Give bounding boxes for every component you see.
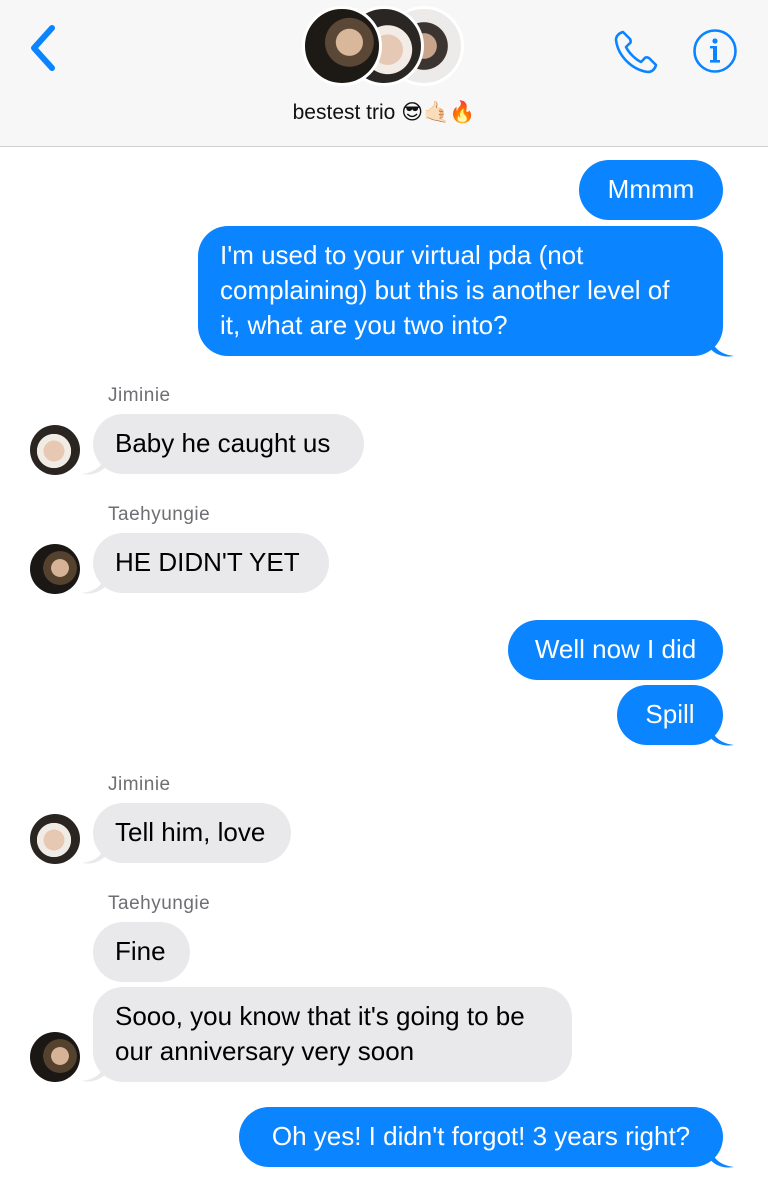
message-line: it, what are you two into? (220, 310, 508, 340)
incoming-bubble-tail (82, 450, 108, 475)
outgoing-message[interactable]: Mmmm (579, 160, 723, 220)
conversation-header: bestest trio 😎🤙🏻🔥 (0, 0, 768, 147)
sender-avatar[interactable] (30, 814, 80, 864)
message-text: Fine (115, 936, 166, 966)
group-name-emoji: 😎🤙🏻🔥 (401, 100, 476, 124)
sender-avatar[interactable] (30, 544, 80, 594)
incoming-message[interactable]: Tell him, love (93, 803, 291, 863)
incoming-message[interactable]: Baby he caught us (93, 414, 364, 474)
call-button[interactable] (610, 26, 662, 78)
outgoing-message[interactable]: Oh yes! I didn't forgot! 3 years right? (239, 1107, 723, 1167)
sender-name: Jiminie (108, 385, 171, 406)
outgoing-message[interactable]: Well now I did (508, 620, 723, 680)
message-line: Sooo, you know that it's going to be (115, 1001, 525, 1031)
message-line: our anniversary very soon (115, 1036, 415, 1066)
phone-icon (614, 30, 658, 74)
outgoing-bubble-tail (708, 332, 734, 357)
outgoing-bubble-tail (708, 1143, 734, 1168)
message-text: Mmmm (607, 174, 695, 204)
group-name[interactable]: bestest trio 😎🤙🏻🔥 (200, 100, 568, 125)
message-text: Oh yes! I didn't forgot! 3 years right? (271, 1121, 691, 1151)
sender-name: Taehyungie (108, 893, 211, 914)
sender-name: Taehyungie (108, 504, 211, 525)
outgoing-message[interactable]: I'm used to your virtual pda (not compla… (198, 226, 723, 356)
info-button[interactable] (692, 28, 738, 74)
message-text: Baby he caught us (115, 428, 331, 458)
message-text: Well now I did (534, 634, 697, 664)
incoming-message[interactable]: Fine (93, 922, 190, 982)
incoming-bubble-tail (82, 839, 108, 864)
incoming-bubble-tail (82, 569, 108, 594)
message-text: HE DIDN'T YET (115, 547, 300, 577)
sender-avatar[interactable] (30, 1032, 80, 1082)
sender-avatar[interactable] (30, 425, 80, 475)
group-avatar-stack[interactable] (302, 4, 468, 90)
message-line: complaining) but this is another level o… (220, 275, 670, 305)
info-icon (693, 29, 737, 73)
incoming-bubble-tail (82, 1057, 108, 1082)
incoming-message[interactable]: Sooo, you know that it's going to be our… (93, 987, 572, 1082)
message-line: I'm used to your virtual pda (not (220, 240, 584, 270)
back-button[interactable] (22, 22, 66, 74)
group-avatar-1 (302, 6, 382, 86)
message-text: Spill (645, 699, 695, 729)
outgoing-bubble-tail (708, 721, 734, 746)
sender-name: Jiminie (108, 774, 171, 795)
chevron-left-icon (31, 25, 55, 71)
incoming-message[interactable]: HE DIDN'T YET (93, 533, 329, 593)
group-name-text: bestest trio (292, 101, 396, 124)
message-text: Tell him, love (115, 817, 266, 847)
